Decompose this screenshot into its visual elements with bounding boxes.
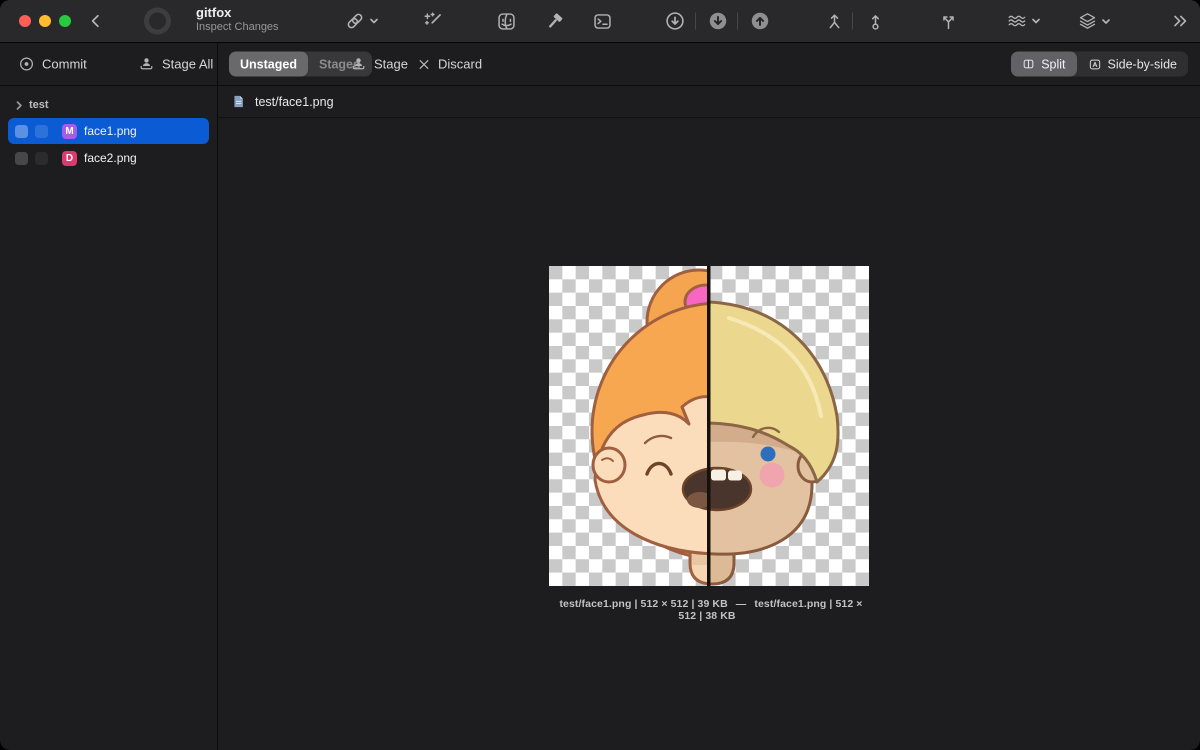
commit-arrow-button[interactable] [863, 9, 887, 33]
window-title-block: gitfox Inspect Changes [196, 5, 279, 35]
close-button[interactable] [19, 15, 31, 27]
document-icon [234, 95, 243, 108]
finder-icon [497, 12, 515, 30]
minimize-button[interactable] [39, 15, 51, 27]
folder-group-header[interactable]: test [15, 99, 217, 111]
pull-button[interactable] [706, 9, 730, 33]
build-button[interactable] [542, 9, 566, 33]
diff-file-header: test/face1.png [218, 86, 1200, 118]
toolbar-separator [737, 12, 738, 30]
stage-checkbox[interactable] [15, 124, 28, 138]
toolbar-overflow-button[interactable] [1168, 9, 1192, 33]
terminal-icon [593, 13, 611, 29]
status-badge-modified: M [62, 123, 77, 139]
fetch-icon [666, 12, 684, 30]
discard-button[interactable]: Discard [417, 57, 482, 72]
diff-file-path: test/face1.png [255, 94, 334, 109]
back-button[interactable] [84, 9, 108, 33]
status-badge-deleted: D [62, 150, 77, 166]
magic-actions-button[interactable] [421, 9, 445, 33]
app-window: gitfox Inspect Changes Commit Stage All … [0, 0, 1200, 750]
chevron-right-icon [16, 100, 22, 110]
action-toolbar: Commit Stage All Unstaged Staged Stage D… [0, 43, 1200, 86]
push-icon [751, 12, 769, 30]
remote-link-button[interactable] [344, 10, 379, 32]
stage-label: Stage [374, 56, 408, 72]
traffic-lights [19, 15, 71, 27]
link-icon [347, 13, 363, 29]
file-row-face2[interactable]: D face2.png [8, 145, 209, 171]
reveal-in-finder-button[interactable] [494, 9, 518, 33]
zoom-button[interactable] [59, 15, 71, 27]
split-divider-handle[interactable] [707, 266, 711, 586]
partial-stage-checkbox[interactable] [35, 124, 48, 138]
tab-side-by-side[interactable]: Side-by-side [1077, 52, 1188, 77]
caption-dash: — [735, 598, 747, 610]
image-diff-canvas[interactable] [549, 266, 869, 586]
image-diff-container: test/face1.png | 512 × 512 | 39 KB — test/… [549, 266, 869, 622]
folder-group-label: test [29, 99, 49, 111]
split-view-icon [1023, 59, 1034, 69]
layers-button[interactable] [1077, 11, 1111, 32]
stage-button[interactable]: Stage [350, 56, 408, 73]
stage-tray-icon [352, 58, 365, 70]
branch-fork-icon [829, 13, 839, 28]
toolbar-separator [852, 12, 853, 30]
stage-checkbox[interactable] [15, 151, 28, 165]
tab-split[interactable]: Split [1011, 51, 1077, 77]
stage-all-button[interactable]: Stage All [138, 56, 213, 73]
image-meta-caption: test/face1.png | 512 × 512 | 39 KB — test/… [549, 598, 869, 622]
toolbar-separator [695, 12, 696, 30]
discard-label: Discard [438, 56, 483, 72]
partial-stage-checkbox[interactable] [35, 151, 48, 165]
open-terminal-button[interactable] [590, 9, 614, 33]
chevron-down-icon [1032, 18, 1040, 24]
app-title: gitfox [196, 5, 232, 20]
merge-y-icon [942, 15, 954, 29]
file-name: face1.png [84, 124, 137, 138]
stage-tray-icon [140, 58, 153, 70]
commit-button[interactable]: Commit [18, 56, 87, 73]
chevron-down-icon [370, 18, 378, 24]
magic-wand-icon [423, 11, 441, 25]
x-icon [419, 59, 429, 69]
create-branch-button[interactable] [822, 9, 846, 33]
progress-ring-icon [144, 7, 171, 35]
chevron-down-icon [1102, 18, 1110, 24]
hammer-icon [548, 12, 562, 28]
stage-all-label: Stage All [162, 56, 214, 72]
commit-label: Commit [42, 56, 87, 72]
stash-button[interactable] [1006, 10, 1041, 32]
titlebar: gitfox Inspect Changes [0, 0, 1200, 43]
tab-unstaged[interactable]: Unstaged [229, 51, 308, 77]
diff-pane: test/face1.png test/face1.png | 512 × 51… [218, 86, 1200, 750]
app-subtitle: Inspect Changes [196, 21, 279, 34]
fetch-button[interactable] [663, 9, 687, 33]
stash-waves-icon [1008, 15, 1026, 27]
commit-circle-icon [20, 57, 33, 71]
split-label: Split [1041, 57, 1066, 71]
diff-view-segmented: Split Side-by-side [1011, 51, 1188, 77]
merge-button[interactable] [936, 9, 960, 33]
pull-icon [709, 12, 727, 30]
double-chevron-right-icon [1174, 15, 1187, 27]
file-name: face2.png [84, 151, 137, 165]
file-row-face1[interactable]: M face1.png [8, 118, 209, 144]
image-meta-old: test/face1.png | 512 × 512 | 39 KB [559, 598, 728, 610]
commit-arrow-up-icon [871, 14, 879, 30]
changes-sidebar: test M face1.png D face2.png [0, 86, 217, 750]
layers-stack-icon [1079, 13, 1096, 29]
letter-a-box-icon [1089, 59, 1100, 69]
side-by-side-label: Side-by-side [1107, 57, 1177, 71]
push-button[interactable] [748, 9, 772, 33]
